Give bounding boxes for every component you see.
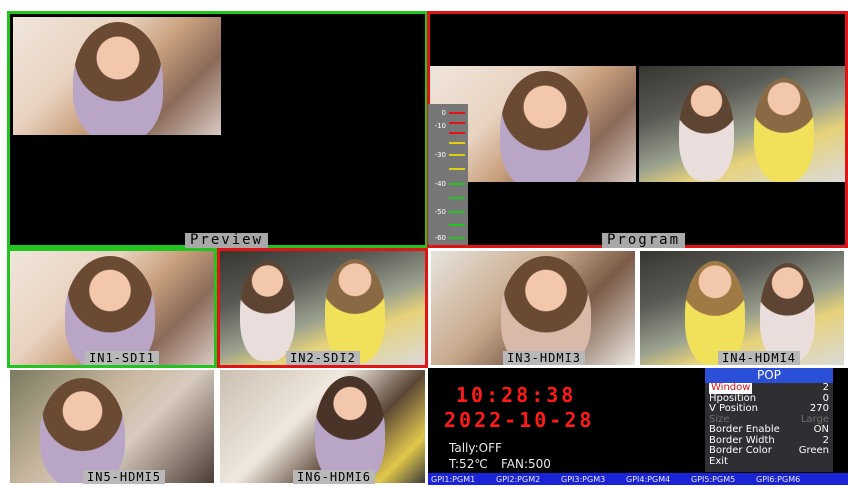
input-window-2[interactable]: IN2-SDI2 [217,248,428,368]
input-window-5[interactable]: IN5-HDMI5 [7,368,217,485]
input-window-1[interactable]: IN1-SDI1 [7,248,217,368]
gpi-item: GPI6:PGM6 [756,474,801,484]
meter-tick: -30 [434,151,446,159]
pop-menu[interactable]: POP Window 2 Hposition 0 V Position 270 Siz… [705,368,833,472]
gpi-item: GPI2:PGM2 [496,474,541,484]
input-label: IN1-SDI1 [85,351,159,365]
menu-item-window[interactable]: Window 2 [705,382,833,394]
program-window[interactable]: Program [427,11,848,248]
input-window-3[interactable]: IN3-HDMI3 [428,248,638,368]
tally-status: Tally:OFF [449,441,502,455]
program-label: Program [602,233,686,248]
meter-tick: -40 [434,180,446,188]
pop-menu-title: POP [705,368,833,383]
menu-item-border-enable[interactable]: Border Enable ON [705,424,833,436]
input-label: IN3-HDMI3 [503,351,586,365]
input-label: IN6-HDMI6 [293,470,376,484]
input-window-6[interactable]: IN6-HDMI6 [217,368,428,485]
gpi-item: GPI5:PGM5 [691,474,736,484]
input-label: IN2-SDI2 [286,351,360,365]
temperature-readout: T:52℃ [449,457,488,471]
gpi-status-bar: GPI1:PGM1 GPI2:PGM2 GPI3:PGM3 GPI4:PGM4 … [428,473,848,485]
input-label: IN4-HDMI4 [718,351,801,365]
clock-date: 2022-10-28 [444,408,595,432]
clock-time: 10:28:38 [456,383,577,407]
preview-label: Preview [185,233,269,248]
gpi-item: GPI1:PGM1 [431,474,476,484]
menu-item-exit[interactable]: Exit [705,456,833,468]
input-window-4[interactable]: IN4-HDMI4 [638,248,848,368]
menu-item-vposition[interactable]: V Position 270 [705,403,833,415]
menu-item-border-color[interactable]: Border Color Green [705,445,833,457]
preview-window[interactable]: Preview [7,11,428,248]
meter-tick: -10 [434,122,446,130]
input-label: IN5-HDMI5 [83,470,166,484]
preview-pip-image [13,17,221,135]
meter-tick: -60 [434,234,446,242]
meter-tick: -50 [434,208,446,216]
gpi-item: GPI3:PGM3 [561,474,606,484]
gpi-item: GPI4:PGM4 [626,474,671,484]
audio-level-meter: 0 -10 -30 -40 -50 -60 [428,104,468,245]
program-right-image [639,66,845,182]
fan-readout: FAN:500 [501,457,551,471]
meter-tick: 0 [441,109,446,117]
